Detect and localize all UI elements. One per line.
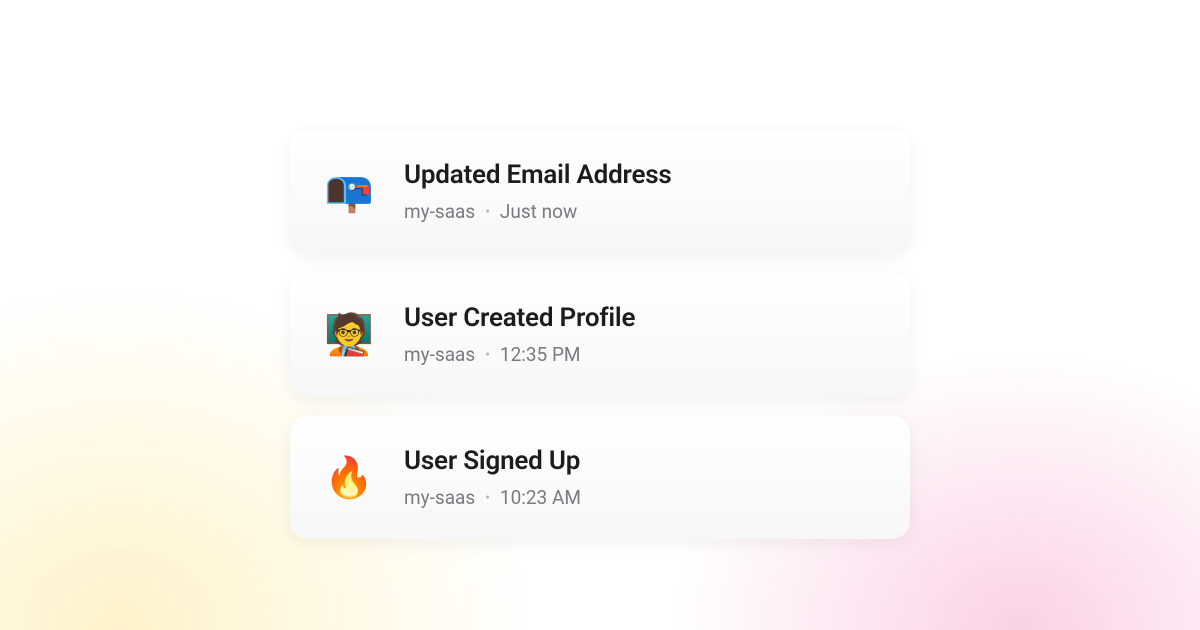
- event-title: User Created Profile: [404, 303, 635, 333]
- event-content: Updated Email Address my-saas • Just now: [404, 160, 672, 223]
- event-title: User Signed Up: [404, 446, 581, 476]
- event-meta: my-saas • 12:35 PM: [404, 343, 635, 366]
- fire-icon: 🔥: [324, 458, 374, 498]
- event-project: my-saas: [404, 200, 475, 223]
- mailbox-icon: 📭: [324, 172, 374, 212]
- event-timestamp: 12:35 PM: [500, 343, 581, 366]
- event-meta: my-saas • 10:23 AM: [404, 486, 581, 509]
- event-meta: my-saas • Just now: [404, 200, 672, 223]
- event-content: User Created Profile my-saas • 12:35 PM: [404, 303, 635, 366]
- event-content: User Signed Up my-saas • 10:23 AM: [404, 446, 581, 509]
- separator-dot: •: [485, 204, 490, 220]
- event-feed: 📭 Updated Email Address my-saas • Just n…: [290, 130, 910, 630]
- event-card[interactable]: 📭 Updated Email Address my-saas • Just n…: [290, 130, 910, 253]
- event-project: my-saas: [404, 486, 475, 509]
- event-title: Updated Email Address: [404, 160, 672, 190]
- event-timestamp: 10:23 AM: [500, 486, 581, 509]
- event-project: my-saas: [404, 343, 475, 366]
- separator-dot: •: [485, 490, 490, 506]
- separator-dot: •: [485, 347, 490, 363]
- event-card[interactable]: 🔥 User Signed Up my-saas • 10:23 AM: [290, 416, 910, 539]
- teacher-icon: 🧑‍🏫: [324, 315, 374, 355]
- event-timestamp: Just now: [500, 200, 577, 223]
- event-card[interactable]: 🧑‍🏫 User Created Profile my-saas • 12:35…: [290, 273, 910, 396]
